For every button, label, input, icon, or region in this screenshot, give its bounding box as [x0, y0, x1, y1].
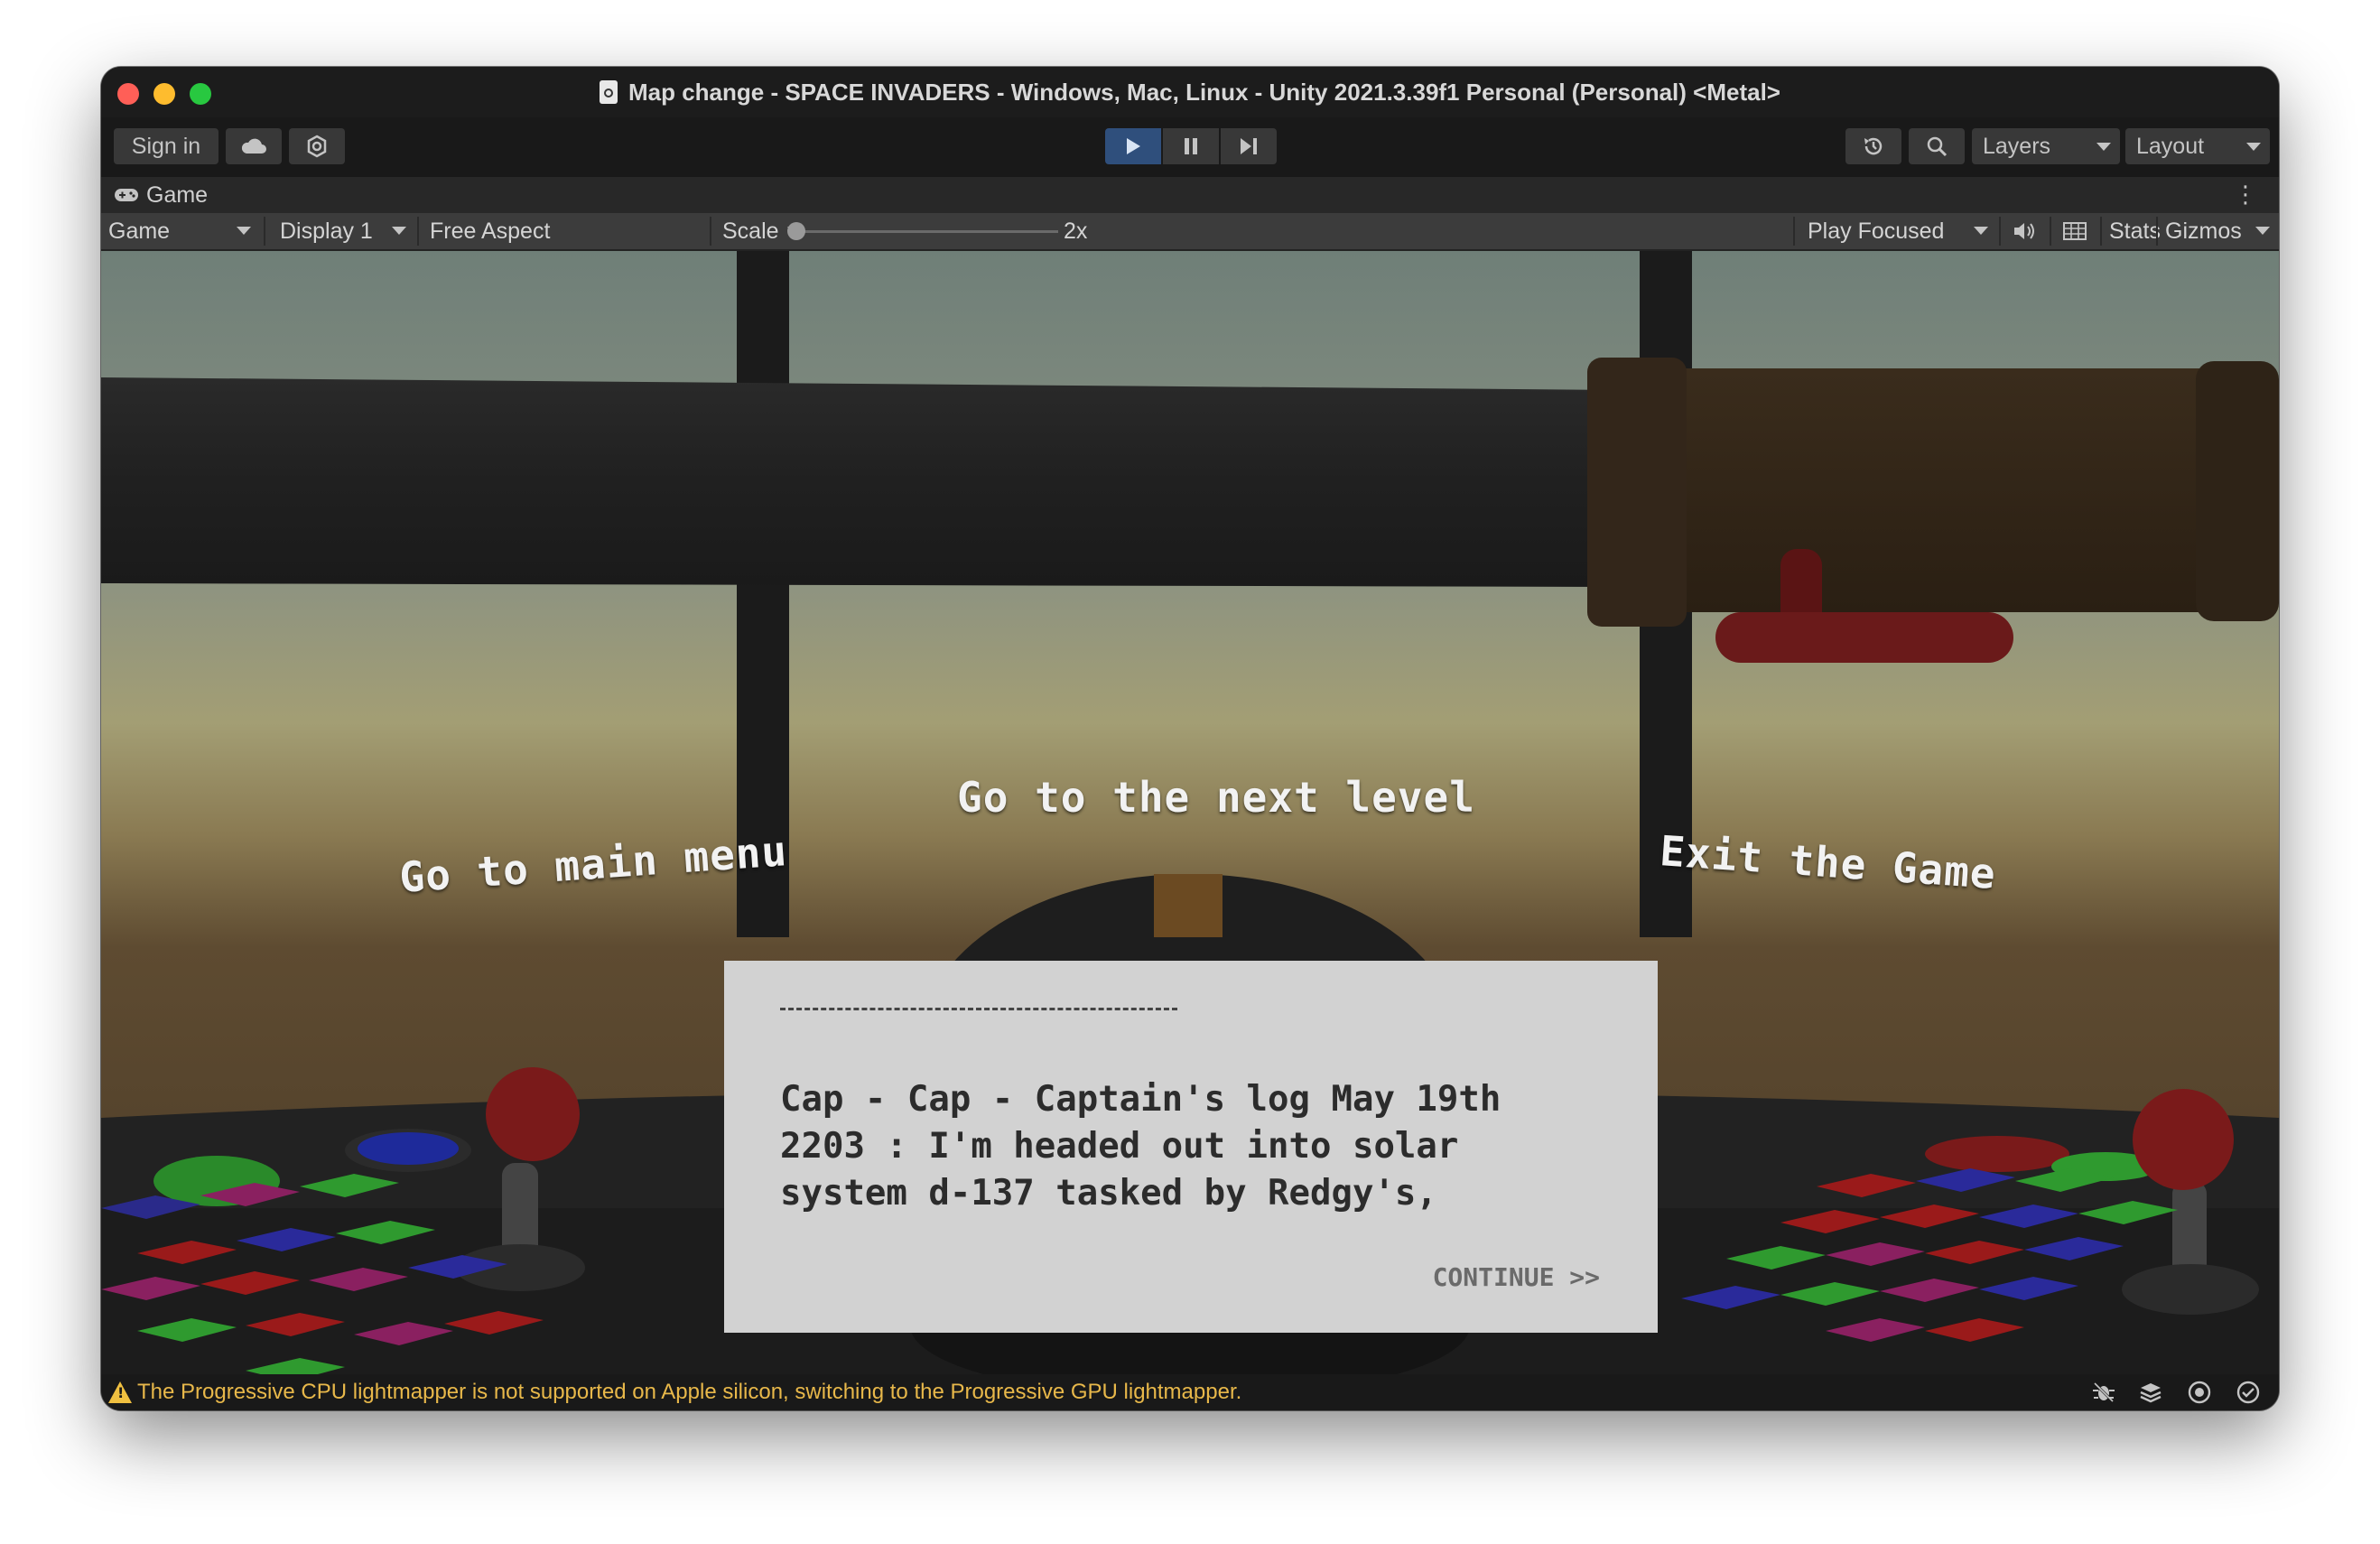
- debug-bug-icon[interactable]: [2091, 1380, 2116, 1405]
- view-type-label: Game: [108, 218, 171, 244]
- console-status-bar: The Progressive CPU lightmapper is not s…: [101, 1374, 2279, 1410]
- collab-icon: [307, 135, 327, 158]
- vsync-button[interactable]: [2053, 213, 2098, 249]
- window-title: Map change - SPACE INVADERS - Windows, M…: [628, 78, 1780, 106]
- layout-label: Layout: [2136, 133, 2205, 159]
- checkmark-circle-icon[interactable]: [2236, 1380, 2261, 1405]
- tab-game[interactable]: Game: [114, 177, 208, 213]
- search-icon: [1927, 136, 1948, 157]
- layers-label: Layers: [1983, 133, 2051, 159]
- mute-audio-button[interactable]: [2003, 213, 2048, 249]
- toolbar-divider: [417, 217, 419, 246]
- title-bar: Map change - SPACE INVADERS - Windows, M…: [101, 67, 2279, 117]
- dialog-text: Cap - Cap - Captain's log May 19th 2203 …: [780, 1079, 1501, 1214]
- scale-slider-handle[interactable]: [787, 222, 805, 240]
- chevron-down-icon: [392, 227, 406, 235]
- cloud-icon: [241, 138, 266, 153]
- game-viewport[interactable]: Go to main menu Go to the next level Exi…: [101, 251, 2279, 1374]
- pause-button[interactable]: [1163, 128, 1219, 164]
- go-to-next-level-option[interactable]: Go to the next level: [957, 773, 1475, 822]
- history-icon: [1864, 137, 1883, 155]
- view-type-dropdown[interactable]: Game: [101, 213, 260, 249]
- toolbar-divider: [264, 217, 265, 246]
- pause-icon: [1185, 138, 1197, 154]
- unity-scene-icon: [599, 80, 618, 104]
- cloud-button[interactable]: [226, 128, 282, 164]
- chevron-down-icon: [2096, 143, 2111, 151]
- play-mode-label: Play Focused: [1808, 218, 1945, 244]
- chevron-down-icon: [1974, 227, 1988, 235]
- step-icon: [1241, 138, 1257, 154]
- toolbar-divider: [710, 217, 711, 246]
- gizmos-label: Gizmos: [2165, 218, 2242, 244]
- toolbar-divider: [1999, 217, 2001, 246]
- gamepad-icon: [115, 189, 138, 201]
- main-toolbar: Sign in Layers Layout: [101, 117, 2279, 177]
- layers-stack-icon[interactable]: [2138, 1380, 2163, 1405]
- sign-in-button[interactable]: Sign in: [114, 128, 218, 164]
- dialog-divider: [780, 1008, 1177, 1010]
- kebab-menu-icon[interactable]: ⋮: [2234, 183, 2257, 207]
- captain-log-dialog: Cap - Cap - Captain's log May 19th 2203 …: [724, 961, 1658, 1333]
- chevron-down-icon: [2246, 143, 2261, 151]
- gizmos-dropdown[interactable]: Gizmos: [2158, 213, 2279, 249]
- game-view-toolbar: Game Display 1 Free Aspect Scale 2x Play…: [101, 213, 2279, 251]
- undo-history-button[interactable]: [1845, 128, 1901, 164]
- layout-dropdown[interactable]: Layout: [2125, 128, 2270, 164]
- display-dropdown[interactable]: Display 1: [269, 213, 415, 249]
- warning-icon: [108, 1381, 132, 1403]
- play-icon: [1127, 138, 1140, 154]
- game-tab-bar: Game ⋮: [101, 177, 2279, 213]
- grid-icon: [2063, 222, 2087, 240]
- chevron-down-icon: [237, 227, 251, 235]
- continue-button[interactable]: CONTINUE >>: [1433, 1262, 1600, 1292]
- collab-button[interactable]: [289, 128, 345, 164]
- display-label: Display 1: [280, 218, 373, 244]
- toolbar-divider: [1793, 217, 1795, 246]
- toolbar-divider: [2050, 217, 2051, 246]
- chevron-down-icon: [2255, 227, 2270, 235]
- aspect-label: Free Aspect: [430, 218, 551, 244]
- scale-label: Scale: [722, 218, 779, 244]
- status-message[interactable]: The Progressive CPU lightmapper is not s…: [137, 1374, 1241, 1410]
- search-button[interactable]: [1909, 128, 1965, 164]
- play-button[interactable]: [1105, 128, 1161, 164]
- tab-game-label: Game: [146, 181, 209, 208]
- scale-slider-track[interactable]: [796, 230, 1058, 233]
- lighting-bake-icon[interactable]: [2187, 1380, 2212, 1405]
- play-mode-dropdown[interactable]: Play Focused: [1799, 213, 1997, 249]
- speaker-icon: [2014, 223, 2034, 239]
- unity-editor-window: Map change - SPACE INVADERS - Windows, M…: [101, 67, 2279, 1410]
- scale-value: 2x: [1064, 218, 1088, 244]
- layers-dropdown[interactable]: Layers: [1972, 128, 2120, 164]
- step-button[interactable]: [1221, 128, 1277, 164]
